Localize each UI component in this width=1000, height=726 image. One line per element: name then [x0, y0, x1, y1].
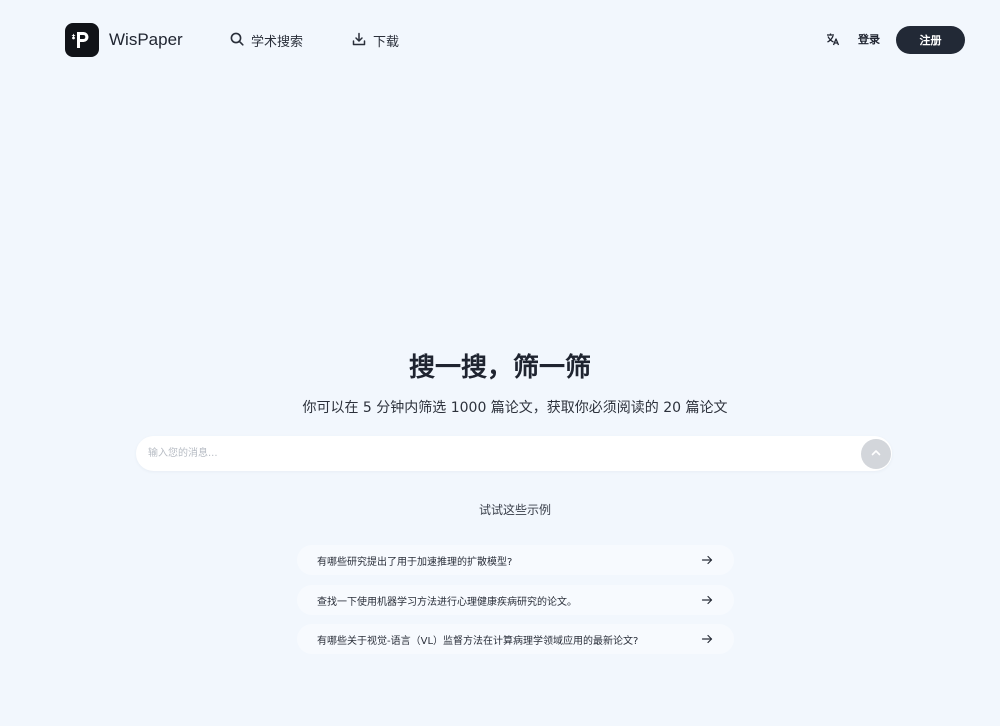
example-prompt-text: 查找一下使用机器学习方法进行心理健康疾病研究的论文。 [317, 596, 577, 608]
send-button[interactable] [861, 439, 891, 469]
example-prompt-3[interactable]: 有哪些关于视觉-语言（VL）监督方法在计算病理学领域应用的最新论文? [297, 624, 734, 654]
message-input[interactable] [148, 436, 848, 471]
top-header: WisPaper 学术搜索 下载 登录 注册 [0, 0, 1000, 80]
hero-title: 搜一搜，筛一筛 [408, 353, 591, 383]
arrow-right-icon [700, 593, 714, 607]
arrow-up-icon [870, 447, 882, 462]
example-prompt-1[interactable]: 有哪些研究提出了用于加速推理的扩散模型? [297, 545, 734, 575]
arrow-right-icon [700, 553, 714, 567]
wispaper-logo-icon [65, 23, 99, 57]
examples-heading: 试试这些示例 [478, 503, 551, 517]
nav-download[interactable]: 下载 [352, 31, 399, 50]
login-button[interactable]: 登录 [858, 31, 880, 47]
logo-link[interactable]: WisPaper [65, 23, 183, 57]
nav-academic-search-label: 学术搜索 [251, 35, 304, 50]
nav-academic-search[interactable]: 学术搜索 [230, 31, 303, 50]
download-icon [352, 32, 366, 50]
example-prompt-text: 有哪些关于视觉-语言（VL）监督方法在计算病理学领域应用的最新论文? [317, 635, 639, 647]
example-prompt-text: 有哪些研究提出了用于加速推理的扩散模型? [317, 556, 513, 568]
translate-icon [826, 31, 840, 50]
hero-subtitle: 你可以在 5 分钟内筛选 1000 篇论文，获取你必须阅读的 20 篇论文 [302, 400, 728, 416]
nav-download-label: 下载 [373, 35, 400, 50]
example-prompt-2[interactable]: 查找一下使用机器学习方法进行心理健康疾病研究的论文。 [297, 585, 734, 615]
arrow-right-icon [700, 632, 714, 646]
message-input-bar [136, 436, 892, 471]
search-icon [230, 32, 244, 50]
language-switch-button[interactable] [824, 31, 842, 49]
logo-text: WisPaper [109, 30, 183, 49]
signup-button[interactable]: 注册 [896, 26, 965, 54]
